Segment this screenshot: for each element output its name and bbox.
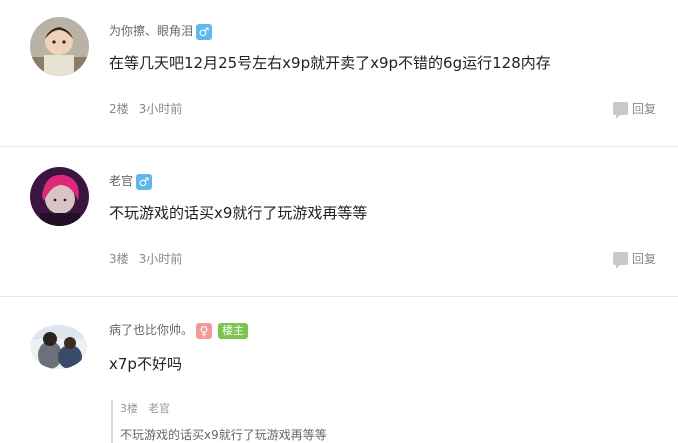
username-text[interactable]: 老官 — [109, 174, 133, 188]
reply-button[interactable]: 回复 — [612, 97, 656, 119]
avatar[interactable] — [30, 325, 87, 369]
quote-user[interactable]: 老官 — [148, 402, 170, 415]
floor-number: 3楼 — [109, 252, 129, 266]
post-meta: 2楼 3小时前 — [109, 100, 182, 117]
floor-number: 2楼 — [109, 102, 129, 116]
post-time: 3小时前 — [138, 102, 183, 116]
female-gender-icon: ♀ — [196, 322, 213, 339]
comment-icon — [612, 97, 628, 119]
username[interactable]: 为你擦、眼角泪 ♂ — [109, 22, 213, 40]
reply-post: 为你擦、眼角泪 ♂ 在等几天吧12月25号左右x9p就开卖了x9p不错的6g运行1… — [0, 0, 678, 147]
comment-icon — [612, 247, 628, 269]
quote-meta: 3楼 老官 — [120, 400, 660, 416]
post-time: 3小时前 — [138, 252, 183, 266]
thread-owner-badge: 楼主 — [218, 322, 249, 339]
reply-label: 回复 — [631, 252, 656, 266]
avatar[interactable] — [30, 167, 89, 226]
avatar[interactable] — [30, 17, 89, 76]
reply-post: 病了也比你帅。 ♀ 楼主 x7p不好吗 3楼 老官 不玩游戏的话买x9就行了玩游戏再等… — [0, 297, 678, 443]
post-content: x7p不好吗 — [109, 355, 182, 373]
username-text[interactable]: 病了也比你帅。 — [109, 323, 193, 337]
reply-button[interactable]: 回复 — [612, 247, 656, 269]
post-content: 在等几天吧12月25号左右x9p就开卖了x9p不错的6g运行128内存 — [109, 54, 551, 72]
quote-text: 不玩游戏的话买x9就行了玩游戏再等等 — [120, 428, 327, 442]
username-text[interactable]: 为你擦、眼角泪 — [109, 24, 193, 38]
post-meta: 3楼 3小时前 — [109, 250, 182, 267]
reply-post: 老官♂ 不玩游戏的话买x9就行了玩游戏再等等 3楼 3小时前 回复 — [0, 147, 678, 297]
male-gender-icon: ♂ — [136, 173, 153, 190]
male-gender-icon: ♂ — [196, 23, 213, 40]
username[interactable]: 老官 ♂ — [109, 172, 153, 190]
quote-floor: 3楼 — [120, 402, 138, 415]
username[interactable]: 病了也比你帅。 ♀ 楼主 — [109, 321, 249, 339]
reply-label: 回复 — [631, 102, 656, 116]
post-content: 不玩游戏的话买x9就行了玩游戏再等等 — [109, 204, 368, 222]
